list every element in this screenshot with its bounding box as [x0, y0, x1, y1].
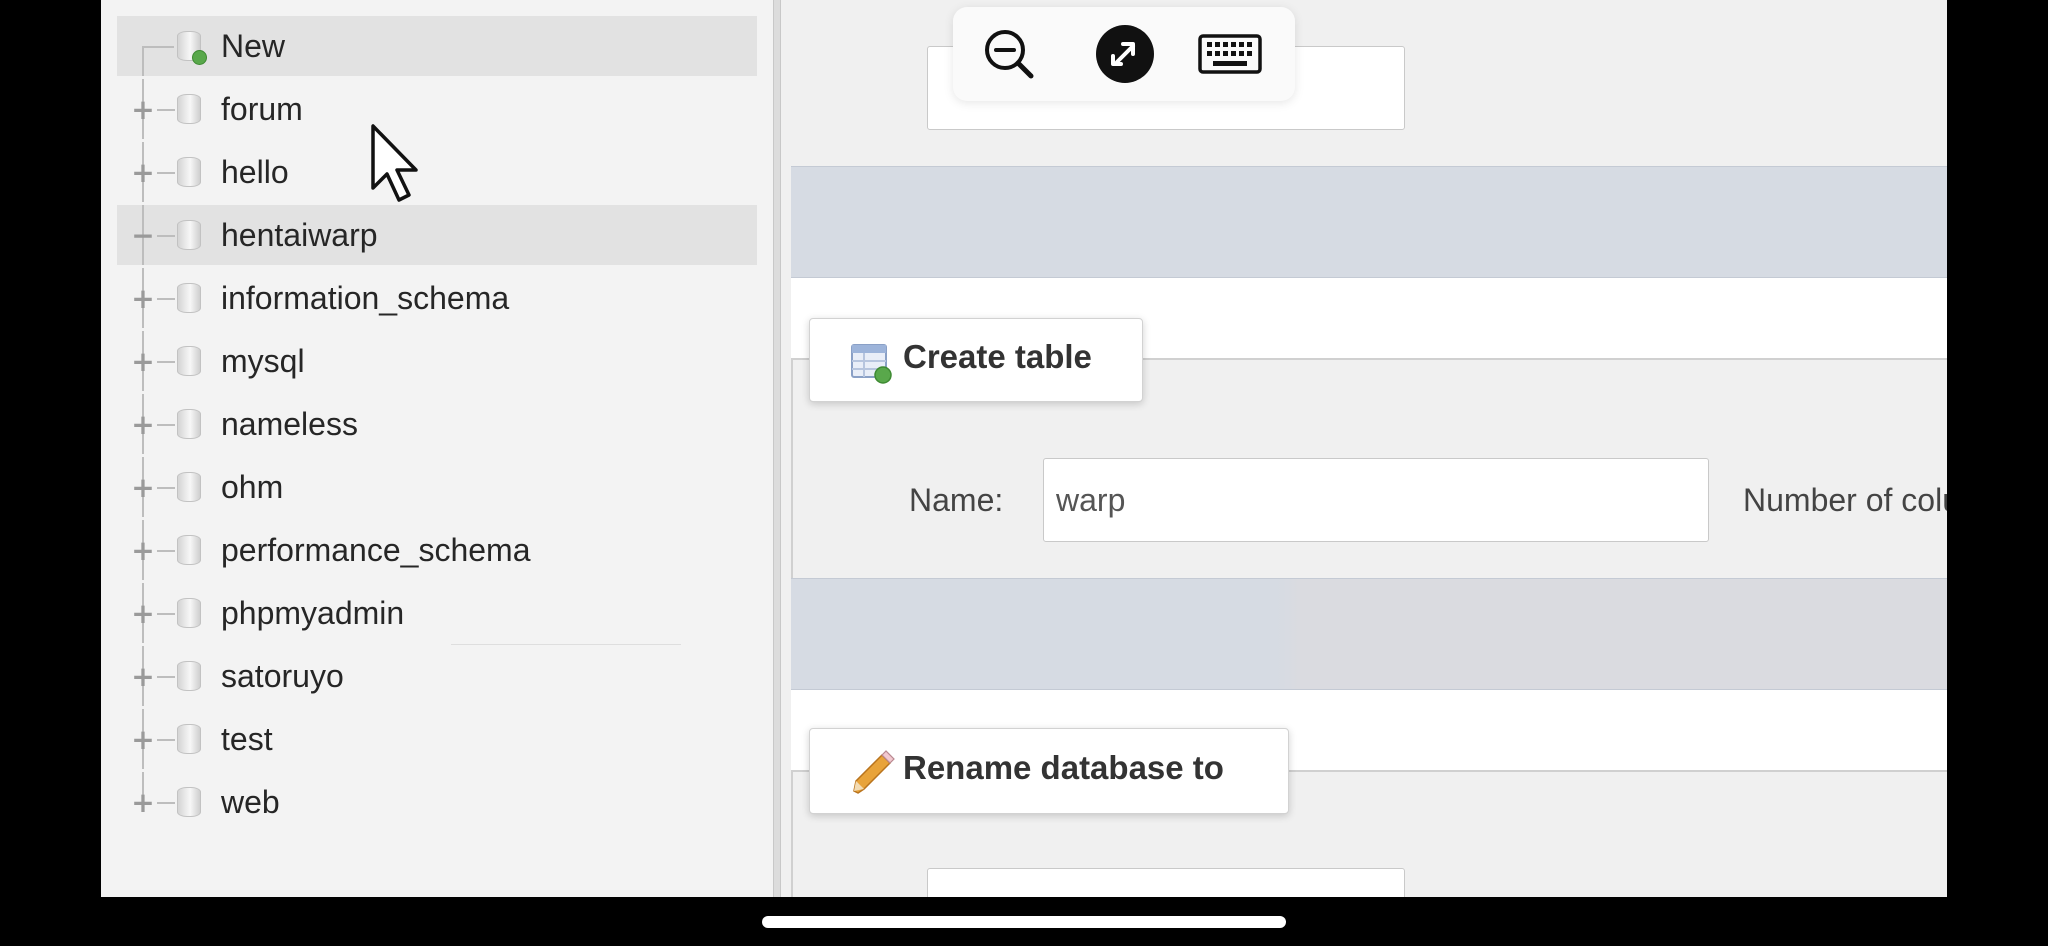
section-footer-band: [791, 166, 1947, 278]
tree-item-label: New: [221, 28, 286, 64]
database-icon: [177, 661, 201, 691]
expand-icon[interactable]: +: [131, 348, 155, 376]
keyboard-button[interactable]: [1197, 24, 1263, 84]
table-name-input[interactable]: [1043, 458, 1709, 542]
tree-item-database[interactable]: + information_schema: [117, 268, 757, 328]
create-table-title: Create table: [903, 338, 1092, 375]
expand-icon[interactable]: +: [131, 474, 155, 502]
expand-icon[interactable]: +: [131, 411, 155, 439]
tree-connector: [157, 613, 175, 615]
tree-item-database[interactable]: + satoruyo: [117, 646, 757, 706]
database-icon: [177, 409, 201, 439]
database-icon: [177, 472, 201, 502]
expand-icon[interactable]: +: [131, 663, 155, 691]
expand-icon[interactable]: +: [131, 789, 155, 817]
database-icon: [177, 157, 201, 187]
remote-connection-icon: [1096, 25, 1154, 83]
tree-item-database[interactable]: + nameless: [117, 394, 757, 454]
expand-icon[interactable]: +: [131, 96, 155, 124]
tree-item-label: web: [221, 784, 280, 820]
tree-item-database[interactable]: + test: [117, 709, 757, 769]
tree-item-label: performance_schema: [221, 532, 531, 568]
tree-item-label: hentaiwarp: [221, 217, 378, 253]
database-icon: [177, 346, 201, 376]
remote-screen: New + forum + hello − hentaiwarp + information_…: [101, 0, 1947, 897]
database-operations-panel: Create table Name: Number of columns Ren…: [781, 0, 1947, 897]
tree-item-database[interactable]: + hello: [117, 142, 757, 202]
tree-connector: [142, 46, 174, 76]
home-indicator[interactable]: [762, 916, 1286, 928]
tree-connector: [157, 739, 175, 741]
tree-item-label: information_schema: [221, 280, 510, 316]
database-icon: [177, 535, 201, 565]
tree-item-database[interactable]: + phpmyadmin: [117, 583, 757, 643]
expand-icon[interactable]: +: [131, 285, 155, 313]
create-table-legend: Create table: [809, 318, 1143, 402]
collapse-icon[interactable]: −: [131, 222, 155, 250]
table-name-label: Name:: [909, 482, 1004, 518]
number-of-columns-label: Number of columns: [1743, 482, 1947, 518]
new-database-icon: [177, 31, 207, 65]
tree-connector: [157, 361, 175, 363]
tree-connector: [157, 172, 175, 174]
tree-connector: [157, 676, 175, 678]
tree-item-label: ohm: [221, 469, 284, 505]
tree-item-label: phpmyadmin: [221, 595, 405, 631]
tree-item-new[interactable]: New: [117, 16, 757, 76]
database-icon: [177, 94, 201, 124]
tree-item-database[interactable]: + web: [117, 772, 757, 832]
divider: [451, 644, 681, 645]
zoom-out-icon: [985, 30, 1034, 79]
keyboard-icon: [1198, 34, 1262, 74]
mouse-cursor-icon: [371, 124, 418, 202]
zoom-out-button[interactable]: [979, 24, 1039, 84]
tree-item-label: nameless: [221, 406, 358, 442]
tree-item-database[interactable]: + mysql: [117, 331, 757, 391]
tree-connector: [157, 109, 175, 111]
database-icon: [177, 283, 201, 313]
expand-icon[interactable]: +: [131, 726, 155, 754]
tree-connector: [157, 424, 175, 426]
tree-connector: [157, 802, 175, 804]
create-table-icon: [851, 344, 892, 384]
tree-connector: [157, 550, 175, 552]
tree-item-database[interactable]: + ohm: [117, 457, 757, 517]
tree-item-database[interactable]: + performance_schema: [117, 520, 757, 580]
remote-desktop-toolbar: [953, 7, 1295, 101]
pencil-icon: [853, 750, 895, 794]
tree-item-label: test: [221, 721, 273, 757]
tree-item-label: mysql: [221, 343, 305, 379]
tree-item-label: satoruyo: [221, 658, 344, 694]
rename-database-title: Rename database to: [903, 749, 1224, 786]
tree-item-database[interactable]: − hentaiwarp: [117, 205, 757, 265]
expand-icon[interactable]: +: [131, 159, 155, 187]
rename-database-legend: Rename database to: [809, 728, 1289, 814]
database-icon: [177, 787, 201, 817]
tree-connector: [157, 235, 175, 237]
database-icon: [177, 220, 201, 250]
panel-resize-handle[interactable]: [773, 0, 781, 897]
database-navigation-tree: New + forum + hello − hentaiwarp + information_…: [101, 0, 773, 897]
tree-connector: [157, 487, 175, 489]
new-database-name-input[interactable]: [927, 868, 1405, 897]
expand-icon[interactable]: +: [131, 537, 155, 565]
expand-icon[interactable]: +: [131, 600, 155, 628]
database-icon: [177, 724, 201, 754]
remote-connection-button[interactable]: [1095, 24, 1155, 84]
tree-item-label: forum: [221, 91, 303, 127]
tree-connector: [157, 298, 175, 300]
database-icon: [177, 598, 201, 628]
tree-item-database[interactable]: + forum: [117, 79, 757, 139]
tree-item-label: hello: [221, 154, 289, 190]
create-table-footer-band: [791, 578, 1947, 690]
